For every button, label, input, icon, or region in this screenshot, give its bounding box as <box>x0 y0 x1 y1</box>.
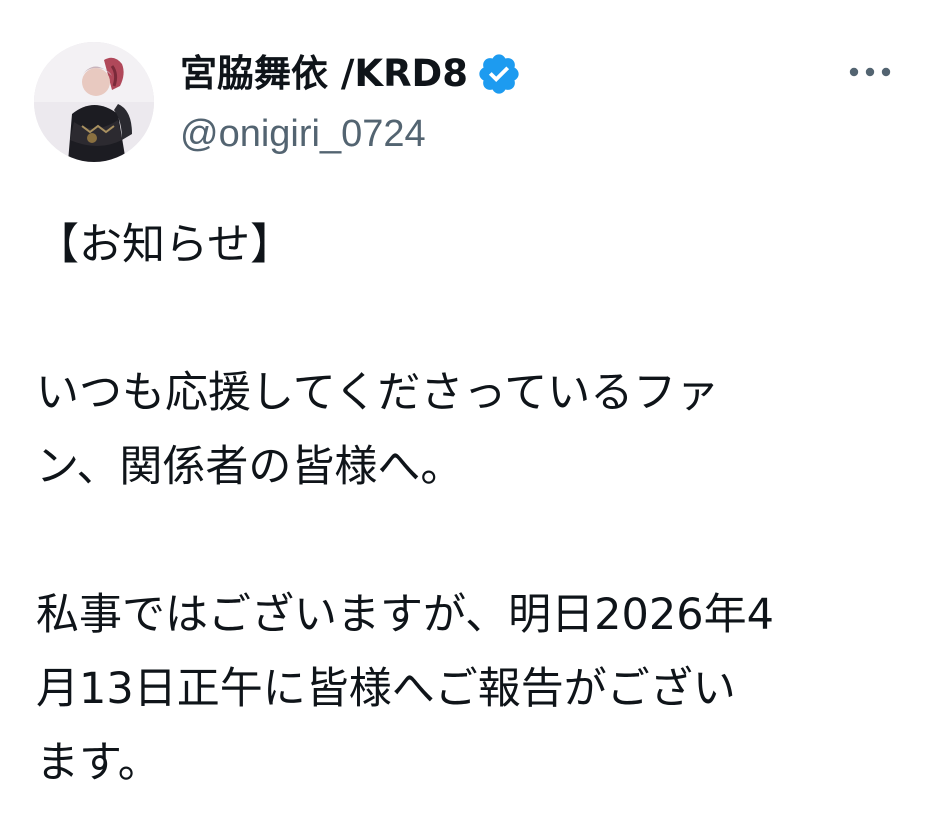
profile-photo <box>34 42 154 162</box>
tweet-paragraph-announcement: 私事ではございますが、明日2026年4 月13日正午に皆様へご報告がござい ます… <box>36 590 774 788</box>
author-display-name[interactable]: 宮脇舞依 /KRD8 <box>180 50 468 98</box>
more-options-icon[interactable] <box>842 52 898 92</box>
author-name-row: 宮脇舞依 /KRD8 <box>180 50 522 98</box>
tweet-paragraph-greeting: いつも応援してくださっているファ ン、関係者の皆様へ。 <box>36 368 720 492</box>
verified-badge-icon[interactable] <box>476 51 522 97</box>
author-handle[interactable]: @onigiri_0724 <box>180 110 426 158</box>
avatar[interactable] <box>34 42 154 162</box>
tweet-text: 【お知らせ】 いつも応援してくださっているファ ン、関係者の皆様へ。 私事ではご… <box>36 208 896 800</box>
tweet-paragraph-announcement-header: 【お知らせ】 <box>36 220 294 270</box>
